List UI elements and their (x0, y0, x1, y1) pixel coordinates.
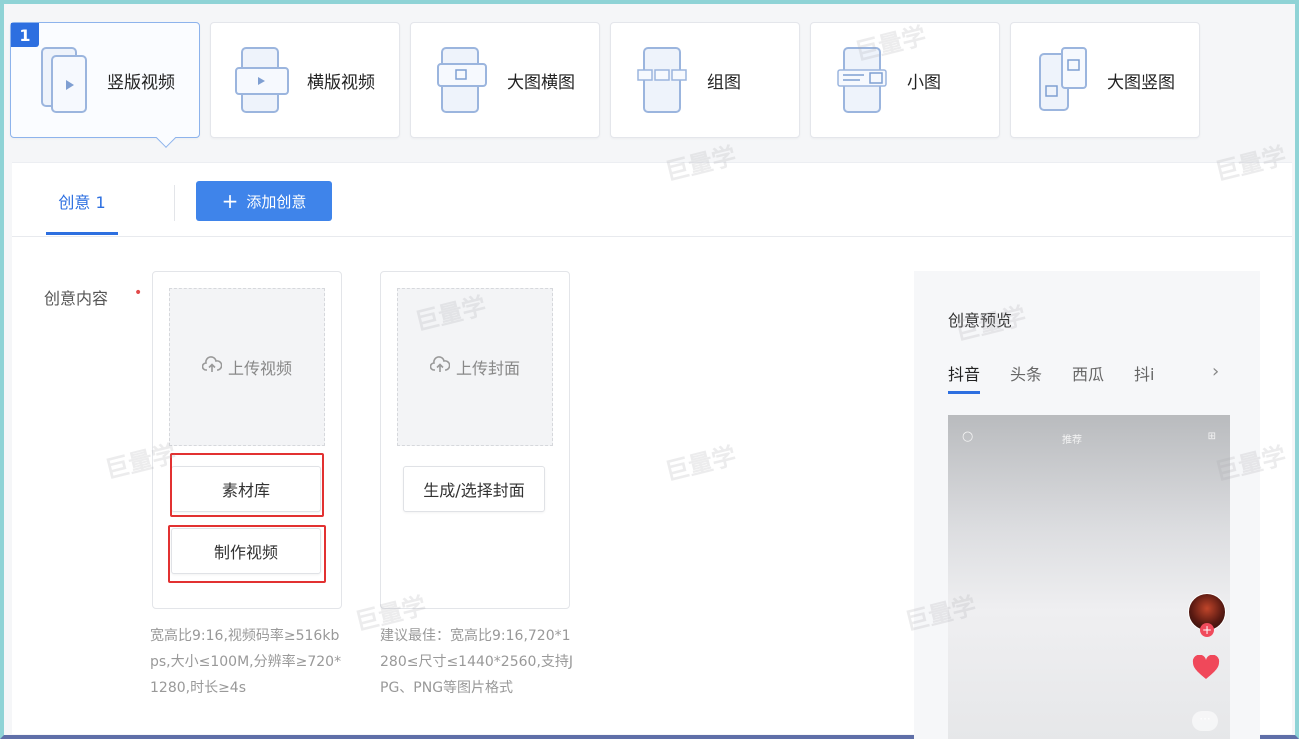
cloud-upload-icon (429, 356, 451, 378)
format-tile-horizontal-video[interactable]: 横版视频 (210, 22, 400, 138)
format-label: 横版视频 (307, 72, 375, 93)
video-requirements-hint: 宽高比9:16,视频码率≥516kbps,大小≤100M,分辨率≥720*128… (150, 628, 342, 696)
tab-creative-1[interactable]: 创意 1 (46, 183, 118, 235)
preview-tab-toutiao[interactable]: 头条 (1010, 361, 1042, 394)
highlight-box-library (170, 453, 324, 517)
add-creative-button[interactable]: + 添加创意 (196, 181, 332, 221)
format-tile-large-vertical-image[interactable]: 大图竖图 (1010, 22, 1200, 138)
format-label: 大图竖图 (1107, 72, 1175, 93)
tab-divider (174, 185, 175, 221)
small-image-icon (829, 40, 899, 120)
format-tile-image-group[interactable]: 组图 (610, 22, 800, 138)
app-frame: 1 竖版视频 横版视频 大图横图 组图 小图 大图竖图 创意 1 + 添加创意 … (0, 0, 1299, 739)
cloud-upload-icon (201, 356, 223, 378)
vertical-video-icon (29, 40, 99, 120)
highlight-box-make-video (168, 525, 326, 583)
step-badge: 1 (11, 23, 39, 47)
image-group-icon (629, 40, 699, 120)
format-tile-vertical-video[interactable]: 1 竖版视频 (10, 22, 200, 148)
upload-video-area[interactable]: 上传视频 (169, 288, 325, 446)
add-creative-label: 添加创意 (246, 192, 307, 211)
chevron-right-icon[interactable]: › (1212, 361, 1219, 382)
preview-title: 创意预览 (948, 311, 1013, 330)
heart-icon (1192, 654, 1220, 685)
creative-panel: 创意 1 + 添加创意 创意内容 • 上传视频 素材库 制作视频 宽高比9:16… (12, 162, 1292, 739)
plus-icon: + (221, 189, 239, 213)
phone-topbar: ○ 推荐 ⊞ (962, 429, 1216, 447)
creative-tabs-row: 创意 1 + 添加创意 (12, 163, 1292, 237)
preview-tab-xigua[interactable]: 西瓜 (1072, 361, 1104, 394)
horizontal-video-icon (229, 40, 299, 120)
comment-icon: ··· (1192, 711, 1218, 731)
large-vertical-image-icon (1029, 40, 1099, 120)
follow-plus-icon: + (1200, 623, 1214, 637)
creative-preview: 创意预览 抖音 头条 西瓜 抖i › ○ 推荐 ⊞ + ··· (914, 271, 1260, 739)
search-icon: ○ (962, 429, 974, 444)
format-label: 组图 (707, 72, 741, 93)
scan-icon: ⊞ (1207, 431, 1216, 442)
large-horizontal-image-icon (429, 40, 499, 120)
preview-platform-tabs: 抖音 头条 西瓜 抖i (948, 361, 1155, 394)
creative-content-label: 创意内容 (44, 289, 109, 308)
format-label: 小图 (907, 72, 941, 93)
active-pointer (156, 128, 176, 148)
preview-tab-douyin[interactable]: 抖音 (948, 361, 981, 394)
preview-tab-more[interactable]: 抖i (1134, 361, 1154, 394)
format-tile-small-image[interactable]: 小图 (810, 22, 1000, 138)
generate-cover-button[interactable]: 生成/选择封面 (403, 466, 545, 512)
phone-top-recommend: 推荐 (1062, 435, 1082, 446)
format-label: 竖版视频 (107, 72, 175, 93)
upload-video-label: 上传视频 (227, 359, 292, 378)
format-label: 大图横图 (507, 72, 575, 93)
upload-cover-label: 上传封面 (455, 359, 520, 378)
required-mark: • (134, 285, 143, 301)
format-tile-large-horizontal-image[interactable]: 大图横图 (410, 22, 600, 138)
phone-preview: ○ 推荐 ⊞ + ··· (948, 415, 1230, 739)
cover-upload-card: 上传封面 生成/选择封面 (380, 271, 570, 609)
format-tiles: 1 竖版视频 横版视频 大图横图 组图 小图 大图竖图 (10, 22, 1200, 148)
cover-requirements-hint: 建议最佳：宽高比9:16,720*1280≤尺寸≤1440*2560,支持JPG… (380, 628, 574, 696)
upload-cover-area[interactable]: 上传封面 (397, 288, 553, 446)
